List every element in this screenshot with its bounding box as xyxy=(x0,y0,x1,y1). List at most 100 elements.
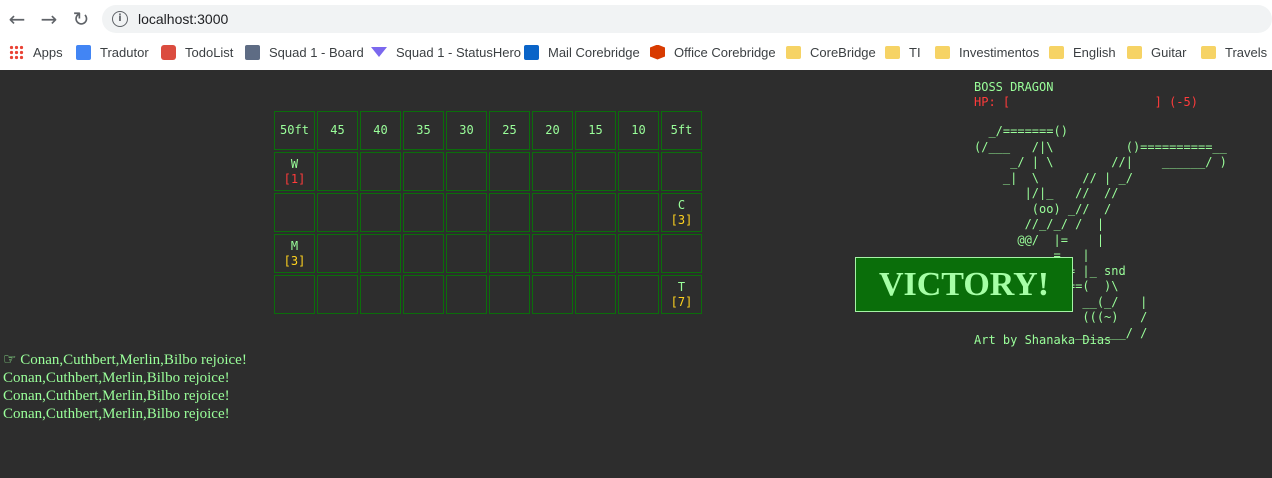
grid-cell[interactable] xyxy=(403,193,444,232)
jira-board-icon xyxy=(245,44,260,60)
bookmark-label: TI xyxy=(909,44,921,60)
reload-icon[interactable]: ↻ xyxy=(69,7,93,31)
token-letter: M xyxy=(290,238,299,253)
grid-cell[interactable] xyxy=(274,275,315,314)
bookmark-label: Squad 1 - StatusHero xyxy=(396,44,522,60)
grid-cell[interactable] xyxy=(532,275,573,314)
token-cell[interactable]: C [3] xyxy=(661,193,702,232)
bookmark-folder-ti[interactable]: TI xyxy=(885,41,921,63)
grid-cell[interactable] xyxy=(360,193,401,232)
forward-icon[interactable]: → xyxy=(37,7,61,31)
bookmark-label: English xyxy=(1073,44,1116,60)
grid-cell[interactable] xyxy=(532,152,573,191)
bookmark-folder-travels[interactable]: Travels xyxy=(1201,41,1267,63)
grid-cell[interactable] xyxy=(317,234,358,273)
folder-icon xyxy=(935,45,950,59)
token-initiative: [1] xyxy=(283,171,306,186)
bookmark-tradutor[interactable]: Tradutor xyxy=(76,41,149,63)
browser-toolbar: ← → ↻ i localhost:3000 xyxy=(0,0,1272,38)
grid-cell[interactable] xyxy=(575,193,616,232)
bookmark-squad-board[interactable]: Squad 1 - Board xyxy=(245,41,364,63)
info-icon[interactable]: i xyxy=(112,11,128,27)
grid-header: 20 xyxy=(532,111,573,150)
grid-row: M [3] xyxy=(274,234,704,275)
address-bar[interactable]: i localhost:3000 xyxy=(102,5,1272,33)
token-cell[interactable]: T [7] xyxy=(661,275,702,314)
grid-cell[interactable] xyxy=(360,234,401,273)
game-page: 50ft 45 40 35 30 25 20 15 10 5ft W [1] C [3… xyxy=(0,70,1272,478)
bookmark-statushero[interactable]: Squad 1 - StatusHero xyxy=(371,41,521,63)
grid-cell[interactable] xyxy=(403,152,444,191)
grid-cell[interactable] xyxy=(360,152,401,191)
back-icon[interactable]: ← xyxy=(5,7,29,31)
bookmark-label: Squad 1 - Board xyxy=(269,44,364,60)
grid-header: 35 xyxy=(403,111,444,150)
grid-cell[interactable] xyxy=(317,275,358,314)
bookmark-folder-english[interactable]: English xyxy=(1049,41,1116,63)
log-line: Conan,Cuthbert,Merlin,Bilbo rejoice! xyxy=(3,370,230,386)
outlook-icon xyxy=(524,44,539,60)
boss-hp: HP: [ ] (-5) xyxy=(974,95,1198,109)
grid-cell[interactable] xyxy=(360,275,401,314)
grid-cell[interactable] xyxy=(317,193,358,232)
bookmark-label: Office Corebridge xyxy=(674,44,776,60)
grid-header: 5ft xyxy=(661,111,702,150)
bookmark-folder-investimentos[interactable]: Investimentos xyxy=(935,41,1039,63)
log-line: Conan,Cuthbert,Merlin,Bilbo rejoice! xyxy=(3,388,230,404)
grid-header: 15 xyxy=(575,111,616,150)
token-cell[interactable]: M [3] xyxy=(274,234,315,273)
bookmark-apps[interactable]: Apps xyxy=(9,41,63,63)
grid-cell[interactable] xyxy=(575,234,616,273)
bookmark-office-corebridge[interactable]: Office Corebridge xyxy=(650,41,776,63)
grid-cell[interactable] xyxy=(661,234,702,273)
grid-cell[interactable] xyxy=(618,275,659,314)
grid-cell[interactable] xyxy=(403,234,444,273)
grid-header: 25 xyxy=(489,111,530,150)
grid-cell[interactable] xyxy=(274,193,315,232)
grid-cell[interactable] xyxy=(446,152,487,191)
statushero-icon xyxy=(371,47,387,57)
pointer-icon: ☞ xyxy=(3,352,17,368)
todoist-icon xyxy=(161,44,176,60)
grid-cell[interactable] xyxy=(575,152,616,191)
grid-header: 30 xyxy=(446,111,487,150)
token-letter: C xyxy=(677,197,686,212)
grid-cell[interactable] xyxy=(489,275,530,314)
grid-cell[interactable] xyxy=(446,234,487,273)
grid-cell[interactable] xyxy=(489,234,530,273)
grid-cell[interactable] xyxy=(661,152,702,191)
token-cell[interactable]: W [1] xyxy=(274,152,315,191)
bookmark-label: CoreBridge xyxy=(810,44,876,60)
bookmarks-bar: Apps Tradutor TodoList Squad 1 - Board S… xyxy=(0,38,1272,66)
grid-header: 40 xyxy=(360,111,401,150)
browser-chrome: ← → ↻ i localhost:3000 Apps Tradutor Tod… xyxy=(0,0,1272,70)
bookmark-label: Mail Corebridge xyxy=(548,44,640,60)
grid-cell[interactable] xyxy=(575,275,616,314)
url-text[interactable]: localhost:3000 xyxy=(138,11,228,27)
grid-cell[interactable] xyxy=(403,275,444,314)
bookmark-folder-corebridge[interactable]: CoreBridge xyxy=(786,41,876,63)
grid-cell[interactable] xyxy=(446,275,487,314)
grid-cell[interactable] xyxy=(618,152,659,191)
grid-cell[interactable] xyxy=(489,152,530,191)
grid-cell[interactable] xyxy=(317,152,358,191)
folder-icon xyxy=(1049,45,1064,59)
log-line: Conan,Cuthbert,Merlin,Bilbo rejoice! xyxy=(3,406,230,422)
grid-cell[interactable] xyxy=(532,234,573,273)
grid-cell[interactable] xyxy=(618,193,659,232)
bookmark-todolist[interactable]: TodoList xyxy=(161,41,233,63)
grid-cell[interactable] xyxy=(489,193,530,232)
grid-cell[interactable] xyxy=(618,234,659,273)
token-initiative: [3] xyxy=(670,212,693,227)
bookmark-mail-corebridge[interactable]: Mail Corebridge xyxy=(524,41,640,63)
grid-body: W [1] C [3] M [3] T [7] xyxy=(274,152,704,316)
bookmark-folder-guitar[interactable]: Guitar xyxy=(1127,41,1186,63)
token-letter: W xyxy=(290,156,299,171)
bookmark-label: Guitar xyxy=(1151,44,1187,60)
grid-cell[interactable] xyxy=(446,193,487,232)
boss-panel: BOSS DRAGON HP: [ ] (-5) xyxy=(974,80,1198,110)
grid-row: T [7] xyxy=(274,275,704,316)
grid-cell[interactable] xyxy=(532,193,573,232)
bookmark-label: Travels xyxy=(1225,44,1268,60)
translate-icon xyxy=(76,44,91,60)
